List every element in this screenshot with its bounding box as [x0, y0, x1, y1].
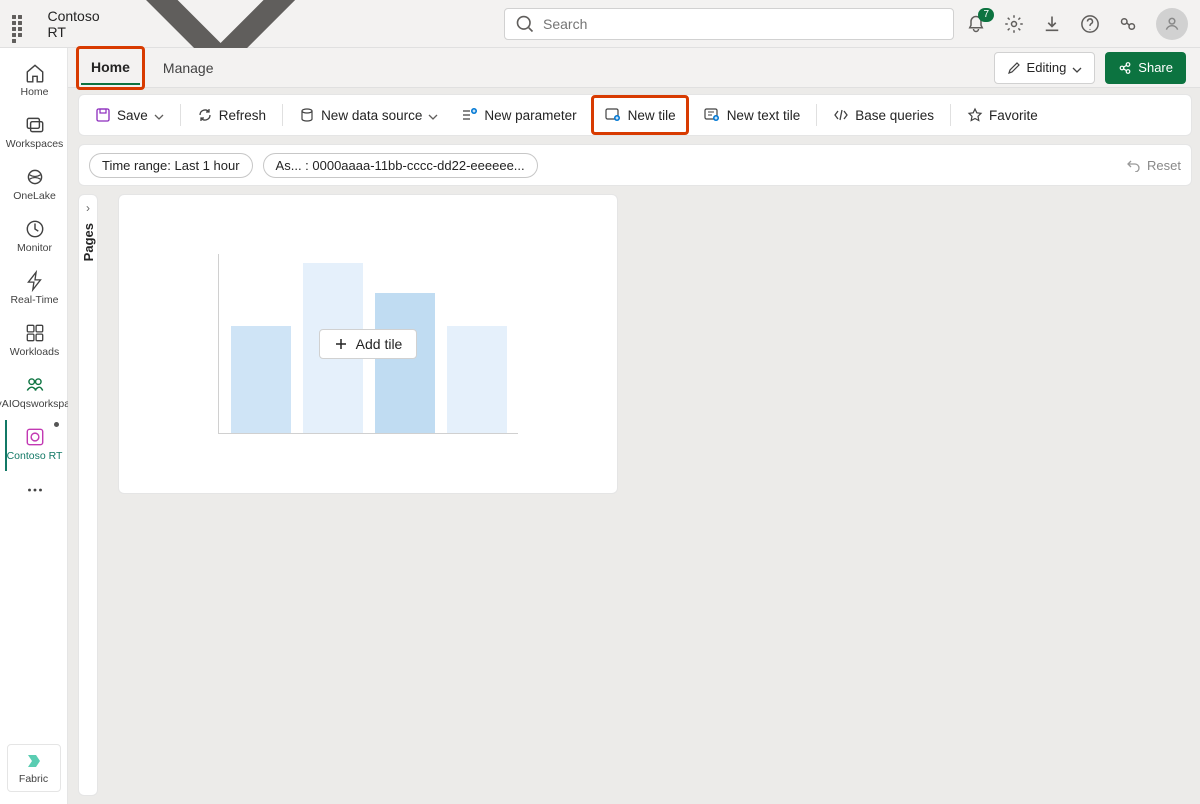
rail-home[interactable]: Home [5, 56, 63, 106]
add-tile-button[interactable]: Add tile [319, 329, 418, 359]
workspace-name: Contoso RT [47, 8, 102, 40]
new-parameter-button[interactable]: New parameter [452, 102, 584, 128]
code-icon [833, 107, 849, 123]
feedback-icon[interactable] [1118, 14, 1138, 34]
people-icon [24, 374, 46, 396]
rail-label: Workspaces [6, 138, 64, 150]
save-button[interactable]: Save [87, 103, 172, 127]
refresh-icon [197, 107, 213, 123]
chevron-down-icon [154, 110, 164, 120]
reset-label: Reset [1147, 158, 1181, 173]
refresh-button[interactable]: Refresh [189, 103, 274, 127]
base-queries-label: Base queries [855, 108, 934, 123]
new-parameter-label: New parameter [484, 108, 576, 123]
realtime-icon [24, 270, 46, 292]
unsaved-dot-icon [54, 422, 59, 427]
rail-label: Real-Time [10, 294, 58, 306]
rail-workloads[interactable]: Workloads [5, 316, 63, 366]
pencil-icon [1007, 61, 1021, 75]
text-tile-icon [703, 106, 721, 124]
rail-label: Monitor [17, 242, 52, 254]
dashboard-canvas[interactable]: Add tile [106, 194, 1192, 796]
pages-panel-toggle[interactable]: › Pages [78, 194, 98, 796]
editing-mode-button[interactable]: Editing [994, 52, 1096, 84]
save-label: Save [117, 108, 148, 123]
new-tile-label: New tile [628, 108, 676, 123]
search-input[interactable] [543, 16, 943, 32]
refresh-label: Refresh [219, 108, 266, 123]
user-avatar[interactable] [1156, 8, 1188, 40]
database-icon [299, 107, 315, 123]
filter-bar: Time range: Last 1 hour As... : 0000aaaa… [78, 144, 1192, 186]
notifications-icon[interactable]: 7 [966, 14, 986, 34]
base-queries-button[interactable]: Base queries [825, 103, 942, 127]
rail-more[interactable] [5, 473, 63, 509]
fabric-switcher[interactable]: Fabric [7, 744, 61, 792]
left-nav-rail: Home Workspaces OneLake Monitor Real-Tim… [0, 48, 68, 804]
new-data-source-button[interactable]: New data source [291, 103, 446, 127]
app-launcher-icon[interactable] [12, 15, 25, 33]
page-tab-row: Home Manage Editing Share [68, 48, 1200, 88]
rail-label: OneLake [13, 190, 56, 202]
search-icon [515, 14, 535, 34]
monitor-icon [24, 218, 46, 240]
home-icon [24, 62, 46, 84]
save-icon [95, 107, 111, 123]
download-icon[interactable] [1042, 14, 1062, 34]
undo-icon [1127, 158, 1141, 172]
new-text-tile-button[interactable]: New text tile [695, 102, 809, 128]
chevron-down-icon [1072, 63, 1082, 73]
chevron-right-icon: › [86, 201, 90, 215]
tab-home[interactable]: Home [81, 51, 140, 85]
fabric-icon [24, 751, 44, 771]
editing-label: Editing [1027, 60, 1067, 75]
onelake-icon [24, 166, 46, 188]
add-tile-label: Add tile [356, 336, 403, 352]
rail-realtime[interactable]: Real-Time [5, 264, 63, 314]
share-label: Share [1138, 60, 1173, 75]
global-search[interactable] [504, 8, 954, 40]
pages-label: Pages [81, 223, 96, 261]
help-icon[interactable] [1080, 14, 1100, 34]
new-text-tile-label: New text tile [727, 108, 801, 123]
rail-monitor[interactable]: Monitor [5, 212, 63, 262]
reset-filters-button[interactable]: Reset [1127, 158, 1181, 173]
rail-workspaces[interactable]: Workspaces [5, 108, 63, 158]
command-toolbar: Save Refresh New data source New paramet… [78, 94, 1192, 136]
rail-label: Home [20, 86, 48, 98]
rail-label: Workloads [10, 346, 59, 358]
rail-label: Contoso RT [7, 450, 63, 462]
time-range-chip[interactable]: Time range: Last 1 hour [89, 153, 253, 178]
workloads-icon [24, 322, 46, 344]
rail-onelake[interactable]: OneLake [5, 160, 63, 210]
favorite-button[interactable]: Favorite [959, 103, 1046, 127]
top-header: Contoso RT 7 [0, 0, 1200, 48]
asof-chip[interactable]: As... : 0000aaaa-11bb-cccc-dd22-eeeeee..… [263, 153, 538, 178]
favorite-label: Favorite [989, 108, 1038, 123]
new-tile-button[interactable]: New tile [596, 102, 684, 128]
rail-workspace-custom[interactable]: myAIOqsworkspace [5, 368, 63, 418]
tab-manage[interactable]: Manage [161, 52, 216, 84]
share-icon [1118, 61, 1132, 75]
main-area: Home Manage Editing Share Save [68, 48, 1200, 804]
notification-badge: 7 [978, 8, 994, 22]
more-icon [24, 479, 46, 501]
tile-icon [604, 106, 622, 124]
settings-icon[interactable] [1004, 14, 1024, 34]
placeholder-tile[interactable]: Add tile [118, 194, 618, 494]
chevron-down-icon [428, 110, 438, 120]
workspaces-icon [24, 114, 46, 136]
new-data-source-label: New data source [321, 108, 422, 123]
parameter-icon [460, 106, 478, 124]
share-button[interactable]: Share [1105, 52, 1186, 84]
fabric-label: Fabric [19, 773, 48, 785]
star-icon [967, 107, 983, 123]
dashboard-icon [24, 426, 46, 448]
plus-icon [334, 337, 348, 351]
rail-contoso-rt[interactable]: Contoso RT [5, 420, 63, 470]
